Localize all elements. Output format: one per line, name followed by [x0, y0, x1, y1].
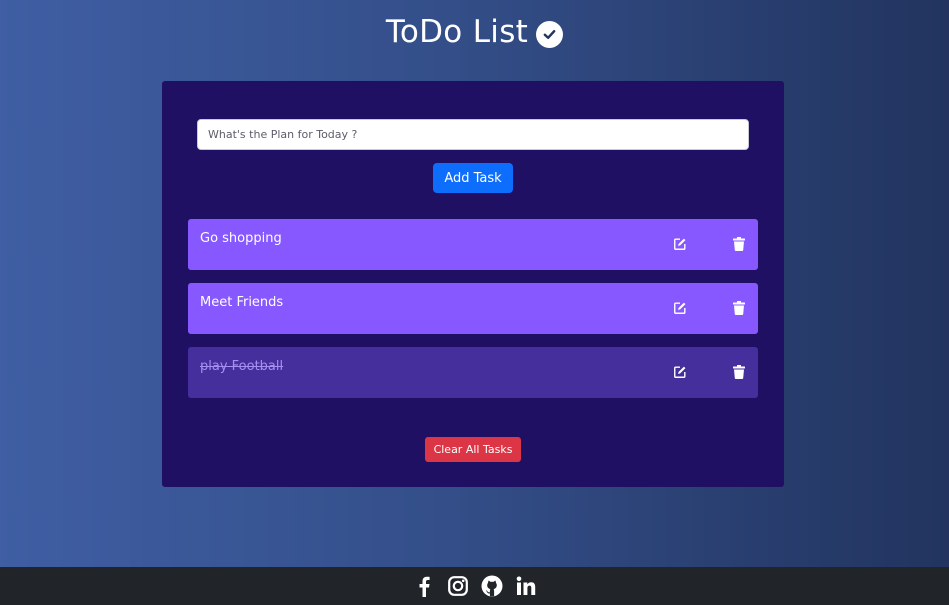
task-input[interactable]	[197, 119, 749, 150]
task-text[interactable]: Go shopping	[200, 231, 282, 246]
edit-icon[interactable]	[672, 364, 688, 380]
edit-icon[interactable]	[672, 236, 688, 252]
linkedin-icon[interactable]	[515, 575, 537, 597]
footer	[0, 567, 949, 605]
facebook-icon[interactable]	[413, 575, 435, 597]
clear-all-button[interactable]: Clear All Tasks	[425, 437, 521, 462]
instagram-icon[interactable]	[447, 575, 469, 597]
task-text[interactable]: Meet Friends	[200, 295, 283, 310]
trash-icon[interactable]	[731, 300, 747, 316]
check-circle-icon	[536, 20, 564, 48]
task-text[interactable]: play Football	[200, 359, 283, 374]
task-item: Go shopping	[188, 219, 758, 270]
github-icon[interactable]	[481, 575, 503, 597]
task-list: Go shopping Meet Friends play Football	[188, 219, 758, 411]
page-title-text: ToDo List	[385, 14, 529, 50]
add-task-button[interactable]: Add Task	[433, 163, 513, 193]
trash-icon[interactable]	[731, 364, 747, 380]
todo-card: Add Task Go shopping Meet Friends play F…	[162, 81, 784, 487]
task-item-completed: play Football	[188, 347, 758, 398]
trash-icon[interactable]	[731, 236, 747, 252]
page-title: ToDo List	[0, 14, 949, 50]
task-item: Meet Friends	[188, 283, 758, 334]
edit-icon[interactable]	[672, 300, 688, 316]
